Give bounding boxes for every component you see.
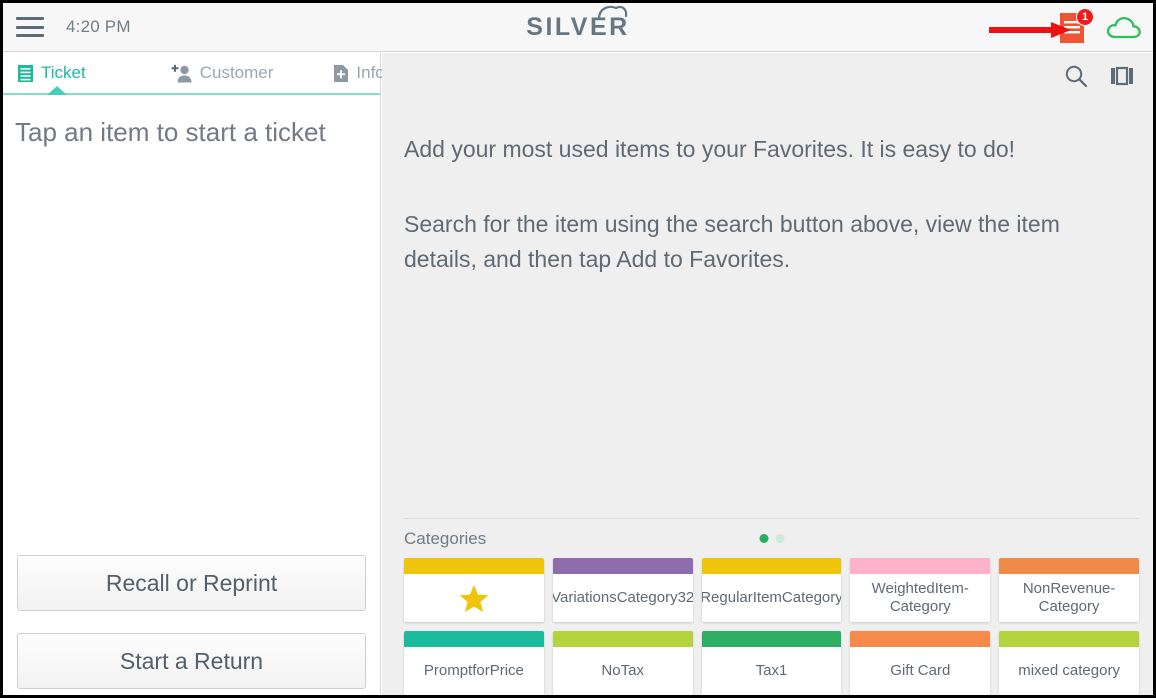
favorites-toolbar [382,53,1153,99]
category-tile-body: Tax1 [702,647,842,695]
tab-ticket[interactable]: Ticket [17,63,86,83]
category-tile-color-bar [850,631,991,647]
start-a-return-button[interactable]: Start a Return [17,633,366,689]
category-tile-body: Gift Card [850,647,990,695]
category-tile-label: mixed category [1018,662,1120,680]
category-tile-body: NonRevenue-Category [999,574,1139,622]
category-tile-color-bar [850,558,991,574]
category-tile-color-bar [552,631,693,647]
category-tile[interactable]: VariationsCategory32 [552,558,693,622]
ticket-action-buttons: Recall or Reprint Start a Return [3,555,380,689]
cloud-outline-icon[interactable] [1105,13,1143,43]
logo-text: SILVER [526,13,630,41]
hamburger-line [16,34,44,37]
recall-or-reprint-button[interactable]: Recall or Reprint [17,555,366,611]
category-tile-body [404,574,544,622]
tab-info-label: Info [356,63,385,82]
favorites-promo: Add your most used items to your Favorit… [382,99,1153,277]
category-tile[interactable]: PromptforPrice [404,631,544,695]
category-tile-color-bar [404,631,544,647]
active-tab-indicator [47,86,67,95]
category-tile-label: PromptforPrice [423,662,524,680]
categories-title: Categories [404,528,487,548]
category-tile-label: RegularItemCategory [701,589,842,607]
category-tile-label: Tax1 [755,662,788,680]
hamburger-line [16,17,44,20]
category-tile[interactable]: NonRevenue-Category [999,558,1139,622]
promo-paragraph-2: Search for the item using the search but… [404,210,1060,272]
category-tile[interactable]: RegularItemCategory [701,558,842,622]
category-tile-body: VariationsCategory32 [553,574,693,622]
category-tile[interactable]: mixed category [999,631,1139,695]
add-document-icon [334,64,349,82]
receipt-icon [18,64,33,82]
pos-app-window: 4:20 PM SILVER 1 Ticket Customer Info Ta… [0,0,1156,698]
top-bar: 4:20 PM SILVER 1 [3,3,1153,52]
top-bar-actions: 1 [1057,3,1143,52]
category-tile-label: Gift Card [890,662,951,680]
category-tile-label: VariationsCategory32 [552,589,693,607]
category-tile[interactable]: Gift Card [850,631,991,695]
page-dot-inactive[interactable] [775,534,784,543]
category-tile-grid: VariationsCategory32 RegularItemCategory W… [404,558,1139,695]
category-tile-color-bar [404,558,544,574]
app-logo: SILVER [3,3,1153,52]
category-tile[interactable]: Tax1 [701,631,842,695]
cloud-arc-icon [597,5,627,20]
ticket-empty-hint: Tap an item to start a ticket [15,117,326,147]
category-tile-body: PromptforPrice [404,647,544,695]
columns-layout-icon[interactable] [1109,63,1135,89]
hamburger-menu-icon[interactable] [16,17,44,37]
category-tile-body: WeightedItem-Category [850,574,990,622]
category-tile-body: RegularItemCategory [702,574,842,622]
add-person-icon [171,64,192,82]
tab-customer[interactable]: Customer [171,63,274,83]
ticket-panel: Ticket Customer Info Tap an item to star… [3,53,385,695]
ticket-panel-tabs: Ticket Customer Info [3,53,385,95]
categories-page-dots [759,534,784,543]
hamburger-line [16,25,44,29]
clock-label: 4:20 PM [66,17,131,36]
star-icon [459,584,489,612]
category-tile-label: NoTax [601,662,644,680]
category-tile-color-bar [552,558,693,574]
category-tile-color-bar [999,631,1139,647]
promo-paragraph-1: Add your most used items to your Favorit… [404,136,1016,162]
category-tile-body: NoTax [553,647,693,695]
category-tile-body: mixed category [999,647,1139,695]
page-dot-active[interactable] [759,534,768,543]
open-tickets-button[interactable]: 1 [1057,7,1094,45]
tab-customer-label: Customer [199,63,274,82]
category-tile-color-bar [701,558,842,574]
category-tile[interactable]: WeightedItem-Category [850,558,991,622]
categories-section: Categories VariationsCategory32 RegularIt… [382,518,1153,695]
open-tickets-badge: 1 [1076,7,1094,26]
search-icon[interactable] [1063,63,1089,89]
categories-header: Categories [404,519,1139,558]
tab-ticket-label: Ticket [41,63,86,82]
category-tile-label: NonRevenue-Category [1022,580,1116,615]
category-tile[interactable] [404,558,544,622]
favorites-panel: Add your most used items to your Favorit… [382,53,1153,695]
category-tile-label: WeightedItem-Category [871,580,969,615]
category-tile-color-bar [701,631,842,647]
tab-info[interactable]: Info [333,63,385,83]
category-tile-color-bar [999,558,1139,574]
category-tile[interactable]: NoTax [552,631,693,695]
